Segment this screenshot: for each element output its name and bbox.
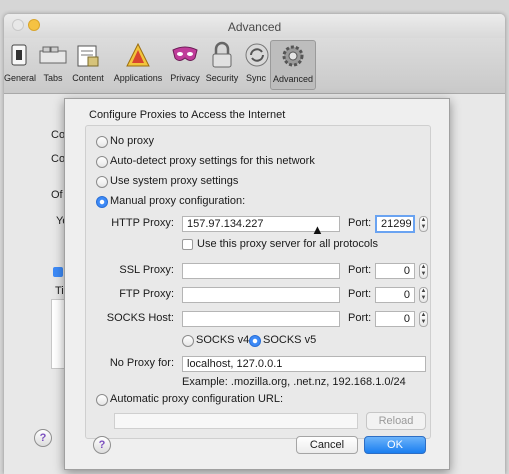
privacy-mask-icon <box>170 40 200 70</box>
socks-port-field[interactable]: 0 <box>375 311 415 327</box>
cancel-button[interactable]: Cancel <box>296 436 358 454</box>
auto-detect-label: Auto-detect proxy settings for this netw… <box>110 155 315 167</box>
ftp-port-stepper[interactable]: ▲ ▼ <box>419 287 428 303</box>
http-proxy-label: HTTP Proxy: <box>111 217 174 229</box>
tab-general[interactable]: General <box>4 40 37 90</box>
no-proxy-example: Example: .mozilla.org, .net.nz, 192.168.… <box>182 376 406 388</box>
ssl-port-stepper[interactable]: ▲ ▼ <box>419 263 428 279</box>
tab-sync-label: Sync <box>245 73 266 83</box>
manual-proxy-radio[interactable] <box>96 196 108 208</box>
auto-config-url-label: Automatic proxy configuration URL: <box>110 393 284 405</box>
mouse-pointer-icon: ▲ <box>311 222 324 237</box>
tab-general-label: General <box>4 73 37 83</box>
tab-privacy-label: Privacy <box>170 73 200 83</box>
dialog-title: Configure Proxies to Access the Internet <box>89 109 286 121</box>
http-port-field[interactable]: 21299 <box>375 215 415 233</box>
proxy-settings-dialog: Configure Proxies to Access the Internet… <box>64 98 450 470</box>
tab-advanced-label: Advanced <box>272 74 314 84</box>
sync-icon <box>242 40 272 70</box>
socks-host-field[interactable] <box>182 311 340 327</box>
auto-config-url-radio[interactable] <box>96 394 108 406</box>
background-text: Ti <box>55 285 64 297</box>
ssl-port-field[interactable]: 0 <box>375 263 415 279</box>
background-help-button[interactable]: ? <box>34 429 52 447</box>
tab-privacy[interactable]: Privacy <box>168 40 202 90</box>
preferences-toolbar: General Tabs Content Applications Privac… <box>4 38 505 94</box>
http-port-stepper[interactable]: ▲ ▼ <box>419 216 428 232</box>
tab-sync[interactable]: Sync <box>242 40 270 90</box>
ssl-proxy-label: SSL Proxy: <box>119 264 174 276</box>
http-port-label: Port: <box>348 217 372 229</box>
socks-v5-radio[interactable] <box>249 335 261 347</box>
auto-config-url-field[interactable] <box>114 413 358 429</box>
window-title: Advanced <box>227 20 282 34</box>
system-proxy-label: Use system proxy settings <box>110 175 239 187</box>
background-text: Co <box>51 129 66 141</box>
tabs-icon <box>38 40 68 70</box>
content-icon <box>73 40 103 70</box>
switch-icon <box>4 40 34 70</box>
tab-applications-label: Applications <box>113 73 163 83</box>
tab-tabs-label: Tabs <box>43 73 63 83</box>
no-proxy-for-field[interactable]: localhost, 127.0.0.1 <box>182 356 426 372</box>
ftp-port-label: Port: <box>348 288 372 300</box>
ssl-port-label: Port: <box>348 264 372 276</box>
background-text: Of <box>51 189 63 201</box>
title-bar: Advanced <box>4 14 505 38</box>
socks-port-label: Port: <box>348 312 372 324</box>
dialog-help-button[interactable]: ? <box>93 436 111 454</box>
system-proxy-radio[interactable] <box>96 176 108 188</box>
reload-button[interactable]: Reload <box>366 412 426 430</box>
tab-content[interactable]: Content <box>70 40 106 90</box>
tab-security-label: Security <box>205 73 239 83</box>
tab-content-label: Content <box>72 73 104 83</box>
applications-icon <box>123 40 153 70</box>
preferences-window: Advanced General Tabs Content Applicatio… <box>4 14 505 474</box>
tab-applications[interactable]: Applications <box>108 40 168 90</box>
ftp-proxy-label: FTP Proxy: <box>119 288 174 300</box>
no-proxy-for-label: No Proxy for: <box>109 357 174 369</box>
tab-security[interactable]: Security <box>203 40 241 90</box>
ftp-proxy-field[interactable] <box>182 287 340 303</box>
socks-v4-label: SOCKS v4 <box>196 334 250 346</box>
gear-icon <box>278 41 308 71</box>
ftp-port-field[interactable]: 0 <box>375 287 415 303</box>
socks-v5-label: SOCKS v5 <box>263 334 317 346</box>
manual-proxy-label: Manual proxy configuration: <box>110 195 246 207</box>
socks-v4-radio[interactable] <box>182 335 194 347</box>
ok-button[interactable]: OK <box>364 436 426 454</box>
no-proxy-radio[interactable] <box>96 136 108 148</box>
use-proxy-for-all-checkbox[interactable] <box>182 239 193 250</box>
auto-detect-radio[interactable] <box>96 156 108 168</box>
background-checkbox <box>53 267 63 277</box>
tab-advanced[interactable]: Advanced <box>270 40 316 90</box>
tab-tabs[interactable]: Tabs <box>36 40 70 90</box>
padlock-icon <box>207 40 237 70</box>
background-text: Co <box>51 153 66 165</box>
socks-port-stepper[interactable]: ▲ ▼ <box>419 311 428 327</box>
no-proxy-label: No proxy <box>110 135 155 147</box>
proxy-options-group: No proxy Auto-detect proxy settings for … <box>85 125 431 439</box>
socks-host-label: SOCKS Host: <box>106 312 174 324</box>
use-proxy-for-all-label: Use this proxy server for all protocols <box>197 238 378 250</box>
ssl-proxy-field[interactable] <box>182 263 340 279</box>
